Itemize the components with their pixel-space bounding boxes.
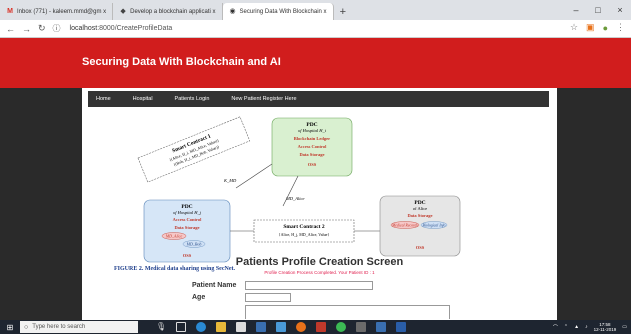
pdc-i-item: Blockchain Ledger [294, 136, 330, 141]
menu-icon[interactable]: ⋮ [616, 22, 625, 33]
url-path: :8000/CreateProfileData [97, 25, 173, 32]
pdc-j-item: Data Storage [174, 225, 199, 230]
patient-name-input[interactable] [245, 281, 373, 290]
age-input[interactable] [245, 293, 291, 302]
nav-home[interactable]: Home [96, 96, 111, 102]
browser-tab-bar: M Inbox (771) - kaleem.mmd@gm x ◆ Develo… [0, 0, 631, 20]
pdc-a-item: Medical Records [391, 224, 418, 228]
pdc-a-sub: of Alice [413, 206, 427, 211]
mic-icon[interactable]: 🎙 [156, 322, 166, 332]
url-field[interactable]: localhost:8000/CreateProfileData [70, 25, 173, 32]
close-button[interactable]: × [609, 5, 631, 15]
age-label: Age [192, 294, 206, 301]
pdc-alice: PDC of Alice Data Storage Medical Record… [379, 195, 461, 257]
taskbar-search[interactable]: ○ Type here to search [20, 321, 138, 333]
app-icon[interactable] [316, 322, 326, 332]
right-margin [557, 88, 631, 320]
firefox-icon[interactable] [296, 322, 306, 332]
arrow-md-alice [282, 175, 299, 207]
back-arrow-icon[interactable]: ← [6, 24, 15, 34]
pdc-a-item: OSS [416, 245, 425, 250]
arrow-kmd [235, 163, 273, 189]
extension-icon[interactable]: ▣ [586, 22, 595, 33]
app-icon[interactable] [256, 322, 266, 332]
form-title: Patients Profile Creation Screen [235, 256, 404, 268]
main-content: Home Hospital Patients Login New Patient… [82, 88, 557, 320]
clock[interactable]: 17:58 12-11-2019 [594, 322, 617, 332]
windows-start-icon[interactable]: ⊞ [0, 323, 20, 332]
edge-icon[interactable] [196, 322, 206, 332]
tab-label: Securing Data With Blockchain x [239, 8, 327, 15]
info-icon[interactable]: ⓘ [53, 23, 61, 34]
cube-icon: ◆ [120, 7, 126, 15]
app-icon[interactable] [376, 322, 386, 332]
gmail-icon: M [7, 7, 13, 15]
file-explorer-icon[interactable] [216, 322, 226, 332]
app-icon[interactable] [356, 322, 366, 332]
pdc-j-sub: of Hospital H_j [173, 210, 202, 215]
md-alice-label: MD_Alice [285, 196, 305, 201]
site-title: Securing Data With Blockchain and AI [82, 56, 281, 68]
store-icon[interactable] [236, 322, 246, 332]
pdc-i-item: OSS [308, 162, 317, 167]
secnet-figure: Smart Contract 1 {(Alice, H_i, MD_Alice,… [114, 116, 461, 272]
reload-icon[interactable]: ↻ [38, 23, 46, 34]
site-navbar: Home Hospital Patients Login New Patient… [88, 91, 549, 107]
forward-arrow-icon[interactable]: → [22, 24, 31, 34]
pdc-j-item: MD_Alice [165, 234, 183, 239]
pdc-j-item: Access Control [173, 217, 203, 222]
pdc-i-item: Data Storage [299, 152, 324, 157]
tab-label: Inbox (771) - kaleem.mmd@gm x [17, 8, 107, 15]
pdc-a-item: Data Storage [407, 213, 432, 218]
chrome-icon[interactable] [336, 322, 346, 332]
pdc-i-sub: of Hospital H_i [298, 128, 327, 133]
people-icon[interactable]: ⌒ [553, 324, 558, 331]
maximize-button[interactable]: □ [587, 5, 609, 15]
system-tray: ⌒ ⌃ ▲ ♪ 17:58 12-11-2019 ▭ [553, 320, 627, 334]
tab-inbox[interactable]: M Inbox (771) - kaleem.mmd@gm x [0, 3, 114, 20]
tab-label: Develop a blockchain applicati x [130, 8, 216, 15]
search-placeholder: Type here to search [32, 324, 86, 330]
profile-icon[interactable]: ● [603, 23, 608, 33]
nav-patients-login[interactable]: Patients Login [175, 96, 210, 102]
clock-date: 12-11-2019 [593, 327, 617, 332]
pdc-a-item: Biological Info [423, 224, 446, 228]
pdc-j-item: MD_Bob [186, 242, 202, 247]
tab-securing-data[interactable]: ◉ Securing Data With Blockchain x [222, 3, 334, 20]
nav-hospital[interactable]: Hospital [133, 96, 153, 102]
nav-new-patient-register[interactable]: New Patient Register Here [231, 96, 296, 102]
pdc-i-item: Access Control [298, 144, 328, 149]
pdc-hospital-i: PDC of Hospital H_i Blockchain Ledger Ac… [271, 117, 353, 177]
globe-icon: ◉ [229, 7, 236, 15]
smart-contract-1-box: Smart Contract 1 {(Alice, H_i, MD_Alice,… [137, 116, 251, 183]
task-view-icon[interactable] [176, 322, 186, 332]
status-message: Profile Creation Process Completed. Your… [264, 270, 375, 275]
tab-develop-blockchain[interactable]: ◆ Develop a blockchain applicati x [113, 3, 223, 20]
address-bar: ← → ↻ ⓘ localhost:8000/CreateProfileData… [0, 20, 631, 38]
smart-contract-2-box: Smart Contract 2 {Alice, H_j, MD_Alice, … [253, 219, 355, 243]
app-icon[interactable] [396, 322, 406, 332]
chevron-up-icon[interactable]: ⌃ [564, 324, 568, 330]
network-icon[interactable]: ▲ [574, 324, 579, 330]
next-field-partial[interactable] [245, 305, 450, 319]
toolbar-right: ☆ ▣ ● ⋮ [570, 22, 625, 33]
windows-taskbar: ⊞ ○ Type here to search 🎙 ⌒ ⌃ ▲ ♪ 17:58 … [0, 320, 631, 334]
smart-contract-2-title: Smart Contract 2 [283, 224, 324, 230]
pdc-hospital-j: PDC of Hospital H_j Access Control Data … [143, 199, 231, 263]
app-icon[interactable] [276, 322, 286, 332]
minimize-button[interactable]: – [565, 5, 587, 15]
url-host: localhost [69, 25, 98, 32]
taskbar-apps: 🎙 [156, 322, 406, 332]
patient-name-label: Patient Name [192, 282, 237, 289]
notification-icon[interactable]: ▭ [622, 324, 627, 330]
window-controls: – □ × [565, 0, 631, 20]
new-tab-button[interactable]: + [334, 3, 352, 20]
left-margin [0, 88, 82, 320]
k-md-label: K_MD [223, 178, 237, 183]
search-circle-icon: ○ [24, 323, 29, 331]
star-icon[interactable]: ☆ [570, 22, 578, 33]
volume-icon[interactable]: ♪ [585, 324, 588, 330]
